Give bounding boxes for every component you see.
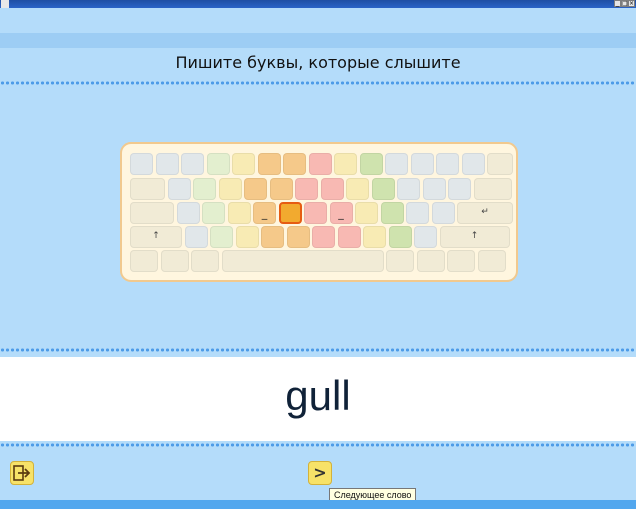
- keyboard-key: [244, 178, 267, 200]
- enter-icon: ↵: [481, 207, 489, 217]
- instruction-text: Пишите буквы, которые слышите: [175, 53, 461, 72]
- keyboard-key: [308, 153, 332, 175]
- home-row-mark: _: [338, 207, 344, 220]
- spoken-word: gull: [285, 372, 351, 419]
- exit-button[interactable]: [10, 461, 34, 485]
- keyboard-key: [227, 202, 251, 224]
- keyboard-key: [385, 153, 408, 175]
- keyboard-key: [304, 202, 327, 224]
- keyboard-key: [388, 226, 412, 248]
- keyboard-key: [487, 153, 513, 175]
- keyboard-key: [320, 178, 344, 200]
- keyboard-key: [235, 226, 259, 248]
- keyboard-key: ↵: [457, 202, 513, 224]
- keyboard-key: [416, 250, 445, 272]
- keyboard-key: [257, 153, 281, 175]
- active-key: [278, 202, 302, 224]
- keyboard-key: [191, 250, 219, 272]
- keyboard-key: [130, 153, 153, 175]
- keyboard-key: [447, 250, 475, 272]
- keyboard-key: [130, 178, 165, 200]
- keyboard-key: [176, 202, 200, 224]
- keyboard-key: ↑: [130, 226, 182, 248]
- keyboard-key: [406, 202, 429, 224]
- keyboard-key: [422, 178, 446, 200]
- keyboard-key: [448, 178, 471, 200]
- keyboard-key: [210, 226, 233, 248]
- keyboard-key: [359, 153, 383, 175]
- keyboard-key: [283, 153, 306, 175]
- keyboard-key: [461, 153, 485, 175]
- keyboard-key: [363, 226, 386, 248]
- keyboard-key: [206, 153, 230, 175]
- keyboard-key: [477, 250, 506, 272]
- shift-icon: ↑: [470, 231, 479, 241]
- top-band: [0, 33, 636, 48]
- keyboard-key: [160, 250, 189, 272]
- keyboard-key: [221, 250, 384, 272]
- shift-icon: ↑: [152, 231, 160, 241]
- keyboard-key: [312, 226, 335, 248]
- keyboard-key: _: [253, 202, 276, 224]
- keyboard-key: [397, 178, 420, 200]
- keyboard-key: [184, 226, 208, 248]
- keyboard-key: [155, 153, 179, 175]
- keyboard-key: _: [329, 202, 353, 224]
- keyboard-key: [130, 250, 158, 272]
- keyboard-key: [380, 202, 404, 224]
- keyboard-key: ↑: [439, 226, 510, 248]
- maximize-button[interactable]: □: [621, 0, 628, 7]
- minimize-button[interactable]: _: [614, 0, 621, 7]
- dotted-divider: [0, 81, 636, 85]
- dotted-divider: [0, 348, 636, 352]
- keyboard-key: [232, 153, 255, 175]
- keyboard: _ _ ↵ ↑ ↑: [120, 142, 518, 282]
- keyboard-key: [410, 153, 434, 175]
- keyboard-key: [355, 202, 378, 224]
- keyboard-key: [431, 202, 455, 224]
- keyboard-key: [371, 178, 395, 200]
- bottom-strip: [0, 500, 636, 509]
- keyboard-key: [386, 250, 414, 272]
- keyboard-key: [414, 226, 437, 248]
- chevron-right-icon: >: [313, 463, 327, 482]
- keyboard-key: [193, 178, 216, 200]
- keyboard-key: [181, 153, 204, 175]
- keyboard-key: [473, 178, 512, 200]
- keyboard-key: [346, 178, 369, 200]
- keyboard-key: [218, 178, 242, 200]
- keyboard-key: [337, 226, 361, 248]
- home-row-mark: _: [261, 207, 268, 220]
- title-bar: _ □ ×: [0, 0, 636, 8]
- keyboard-key: [167, 178, 191, 200]
- keyboard-key: [334, 153, 357, 175]
- app-icon: [1, 0, 9, 8]
- keyboard-key: [130, 202, 174, 224]
- close-button[interactable]: ×: [628, 0, 635, 7]
- keyboard-key: [286, 226, 310, 248]
- exit-icon: [13, 465, 31, 481]
- keyboard-key: [202, 202, 225, 224]
- keyboard-key: [261, 226, 284, 248]
- next-word-button[interactable]: >: [308, 461, 332, 485]
- keyboard-key: [269, 178, 293, 200]
- keyboard-key: [295, 178, 318, 200]
- dotted-divider: [0, 443, 636, 447]
- keyboard-key: [436, 153, 459, 175]
